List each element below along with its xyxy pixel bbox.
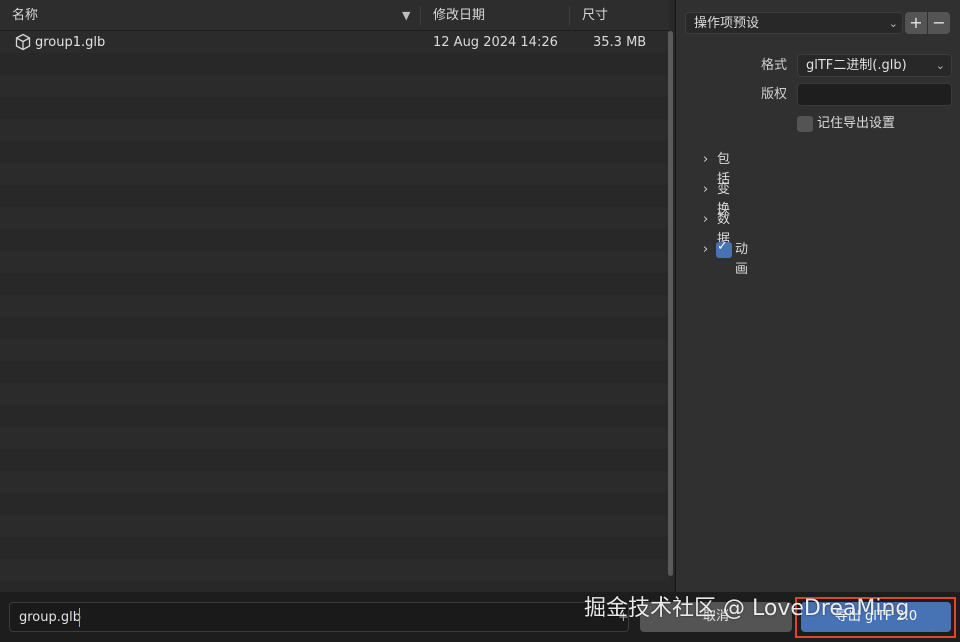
section-label: 动画 [735,242,749,277]
preset-label: 操作项预设 [694,16,760,31]
list-row-stripe [0,163,669,185]
list-row-stripe [0,273,669,295]
file-name: group1.glb [35,35,106,50]
list-row-stripe [0,493,669,515]
list-row-stripe [0,119,669,141]
list-row-stripe [0,207,669,229]
list-row-stripe [0,185,669,207]
file-list-rows [0,31,669,592]
column-separator[interactable] [569,6,570,26]
list-row-stripe [0,141,669,163]
list-row-stripe [0,449,669,471]
list-row-stripe [0,97,669,119]
list-row-stripe [0,405,669,427]
cube-icon [14,33,32,51]
chevron-right-icon: › [703,212,709,227]
list-row-stripe [0,317,669,339]
list-row-stripe [0,229,669,251]
remember-settings-label: 记住导出设置 [817,116,896,131]
file-date: 12 Aug 2024 14:26 [433,35,558,50]
list-row-stripe [0,53,669,75]
list-row-stripe [0,471,669,493]
column-size[interactable]: 尺寸 [582,0,608,30]
column-header: 名称 ▼ 修改日期 尺寸 [0,0,669,31]
animation-checkbox[interactable]: ✓ [716,239,732,258]
file-browser: 名称 ▼ 修改日期 尺寸 group1.glb 12 Aug 2024 14:2… [0,0,675,592]
operator-preset-dropdown[interactable]: 操作项预设 ⌄ [685,12,903,34]
file-row[interactable]: group1.glb 12 Aug 2024 14:26 35.3 MB [0,31,669,53]
resize-grip-icon[interactable]: ⌃ [928,627,937,640]
chevron-right-icon: › [703,242,709,257]
list-row-stripe [0,295,669,317]
chevron-down-icon: ⌄ [888,17,898,30]
column-name[interactable]: 名称 [12,0,38,30]
chevron-right-icon: › [703,182,709,197]
format-value: glTF二进制(.glb) [806,58,907,73]
list-row-stripe [0,251,669,273]
column-separator[interactable] [420,6,421,26]
filename-value: group.glb [19,610,82,625]
list-row-stripe [0,361,669,383]
filename-input[interactable]: group.glb + [9,602,629,632]
file-size: 35.3 MB [593,35,647,50]
chevron-right-icon: › [703,152,709,167]
sort-down-icon[interactable]: ▼ [402,0,410,30]
checkmark-icon: ✓ [717,239,728,254]
list-row-stripe [0,339,669,361]
remember-settings-checkbox[interactable] [797,116,813,132]
list-row-stripe [0,383,669,405]
vertical-scrollbar[interactable] [668,31,673,576]
list-row-stripe [0,75,669,97]
remove-preset-button[interactable]: − [928,12,950,34]
list-row-stripe [0,515,669,537]
list-row-stripe [0,581,669,592]
format-dropdown[interactable]: glTF二进制(.glb) ⌄ [797,54,952,77]
list-row-stripe [0,427,669,449]
copyright-label: 版权 [760,87,787,102]
chevron-down-icon: ⌄ [935,59,945,72]
format-label: 格式 [760,58,787,73]
copyright-field[interactable] [797,83,952,106]
add-preset-button[interactable]: + [905,12,927,34]
list-row-stripe [0,537,669,559]
watermark: 掘金技术社区 @ LoveDreaMing [584,596,910,621]
list-row-stripe [0,559,669,581]
text-caret [79,608,80,627]
column-modified[interactable]: 修改日期 [433,0,485,30]
